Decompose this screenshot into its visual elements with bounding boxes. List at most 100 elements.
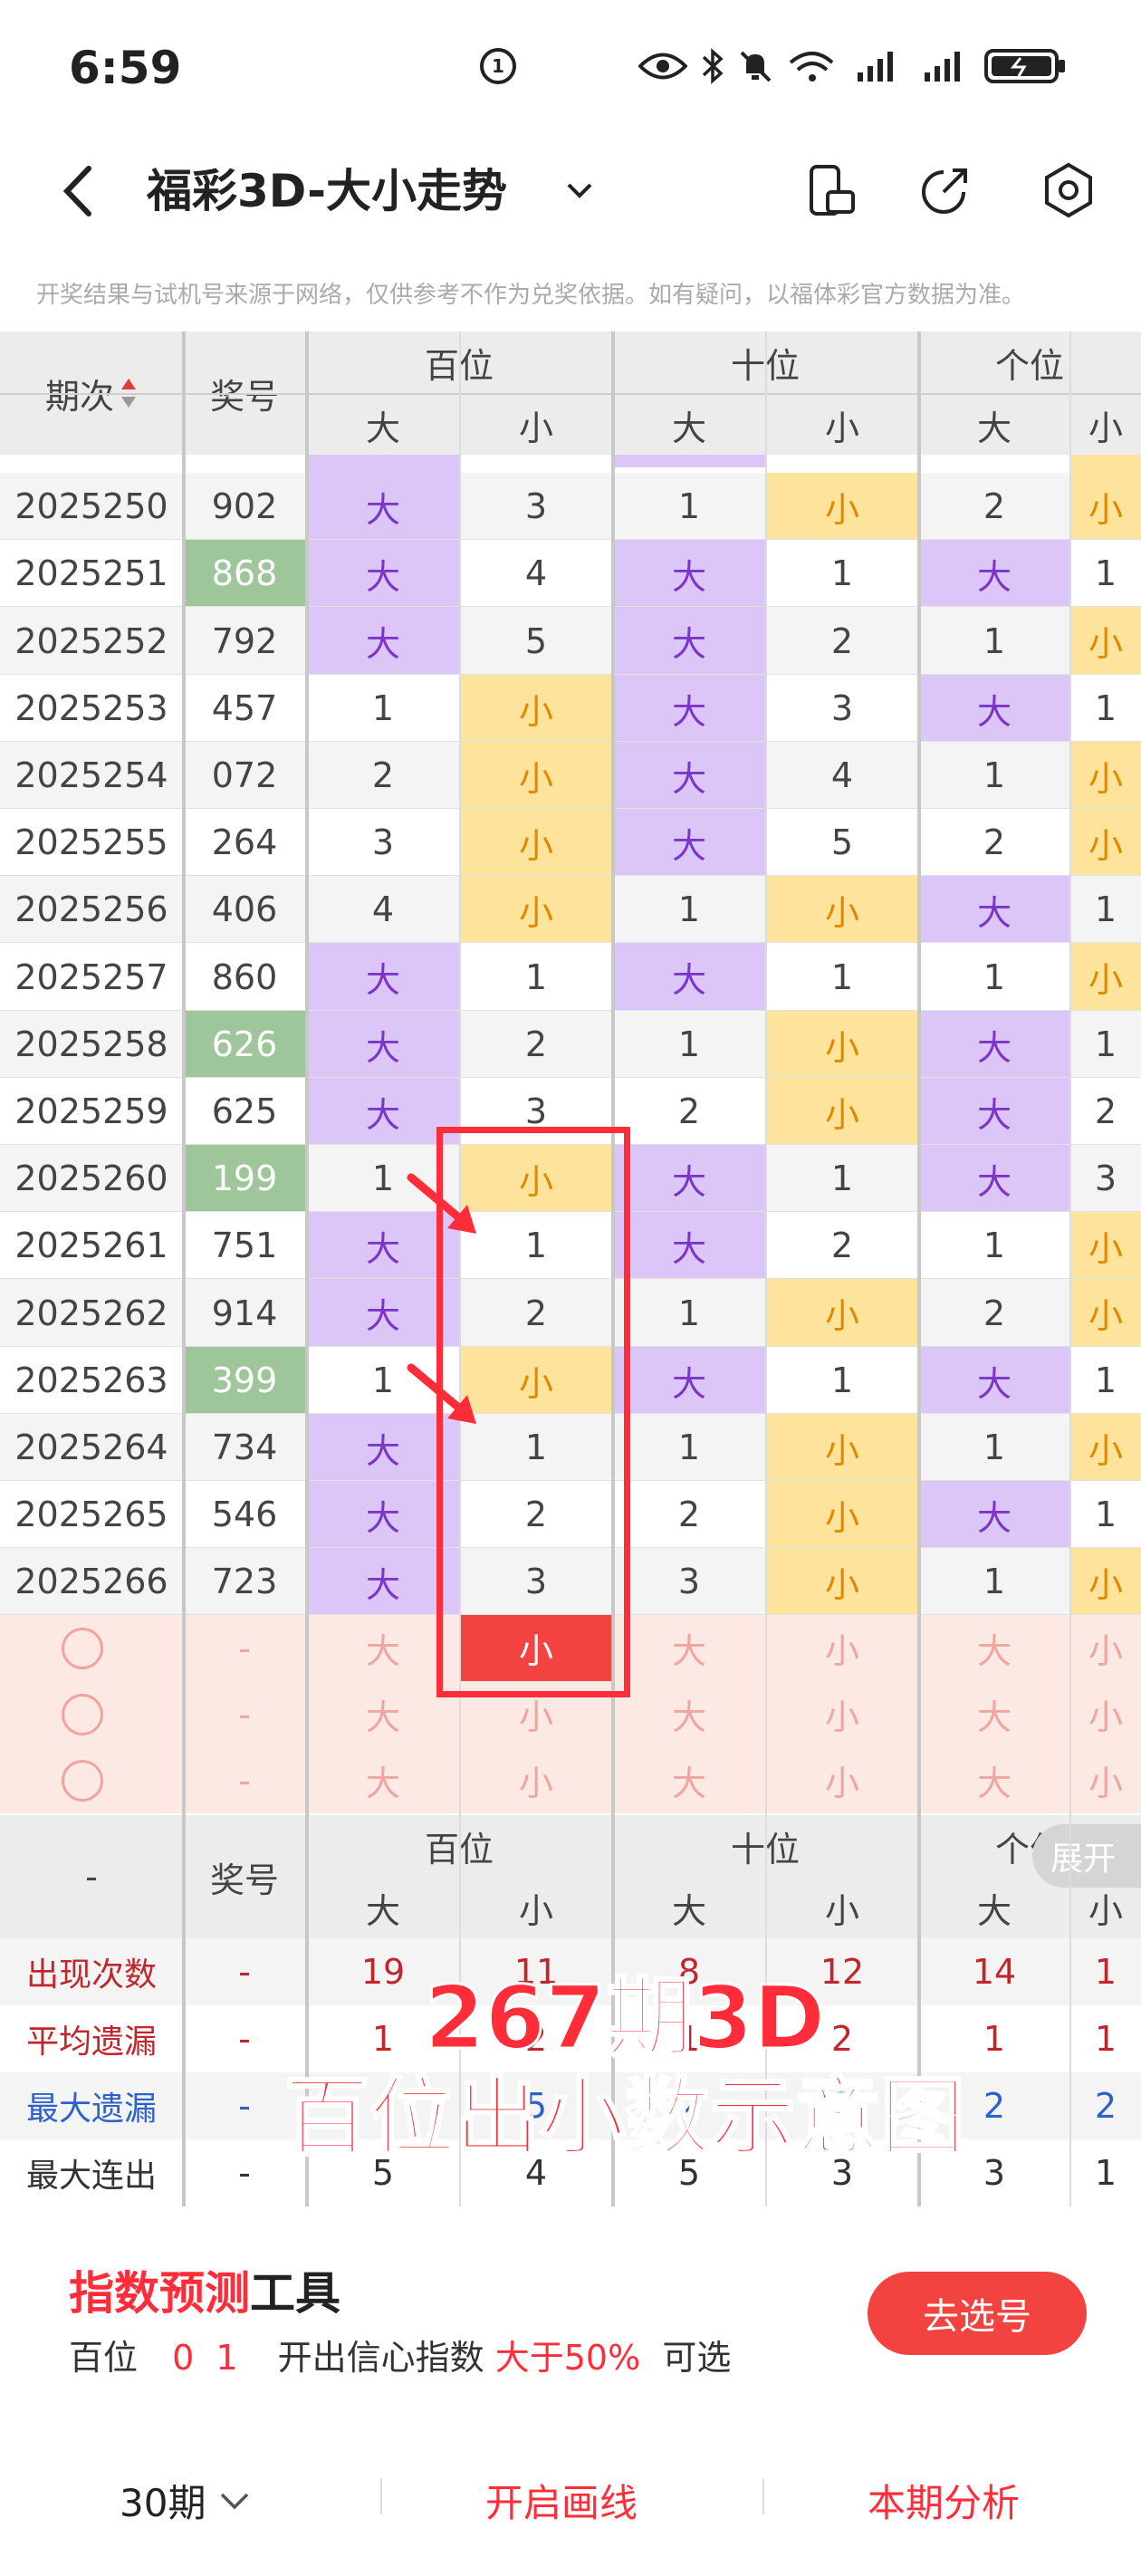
- row-cell: 1: [766, 1145, 918, 1212]
- row-period: 2025257: [0, 943, 183, 1011]
- pick-cell[interactable]: 大: [612, 1681, 766, 1747]
- row-cell: 大: [918, 540, 1070, 607]
- row-cell: 2: [612, 1481, 766, 1548]
- row-cell: 大: [306, 943, 460, 1011]
- row-cell: 小: [1070, 943, 1141, 1011]
- row-period: 2025266: [0, 1548, 183, 1615]
- svg-text:1: 1: [492, 55, 504, 77]
- pick-cell[interactable]: 大: [918, 1681, 1070, 1747]
- radio-icon[interactable]: [62, 1693, 103, 1735]
- row-cell: 大: [918, 1481, 1070, 1548]
- tool-text: 开出信心指数: [277, 2338, 484, 2378]
- row-number: 399: [183, 1347, 306, 1414]
- row-cell: 大: [306, 540, 460, 607]
- back-icon[interactable]: [51, 159, 105, 223]
- row-number: 902: [183, 473, 306, 540]
- pick-cell[interactable]: 小: [1070, 1615, 1141, 1681]
- pick-cell[interactable]: 小: [766, 1747, 918, 1813]
- row-cell: 小: [1070, 742, 1141, 809]
- draw-line-button[interactable]: 开启画线: [485, 2473, 638, 2528]
- app-screen: 6:59 1 福彩3D-大小走势 开奖结果与试机号来源于网络，仅供参考不作为兑奖…: [0, 0, 1141, 2576]
- row-cell: 3: [460, 473, 612, 540]
- pick-select[interactable]: [0, 1747, 183, 1813]
- go-pick-button[interactable]: 去选号: [868, 2272, 1087, 2355]
- page-title[interactable]: 福彩3D-大小走势: [147, 159, 507, 223]
- settings-icon[interactable]: [1040, 161, 1098, 219]
- column-divider: [305, 332, 309, 2206]
- row-number: 914: [183, 1279, 306, 1347]
- row-number: 625: [183, 1078, 306, 1145]
- footer-sub: 大: [918, 1877, 1070, 1938]
- pick-select[interactable]: [0, 1615, 183, 1681]
- pick-cell[interactable]: 小: [460, 1747, 612, 1813]
- row-number: 406: [183, 876, 306, 943]
- row-number: 264: [183, 809, 306, 876]
- row-period: 2025255: [0, 809, 183, 876]
- row-cell: 大: [612, 607, 766, 675]
- row-number: 792: [183, 607, 306, 675]
- row-cell: 1: [766, 540, 918, 607]
- row-cell: 大: [612, 1212, 766, 1279]
- pick-cell[interactable]: 大: [612, 1615, 766, 1681]
- pick-cell[interactable]: 大: [306, 1747, 460, 1813]
- footer-sub: 小: [766, 1877, 918, 1938]
- pick-dash: -: [183, 1747, 306, 1813]
- row-cell: 2: [918, 473, 1070, 540]
- stat-label: 最大连出: [25, 2158, 157, 2195]
- row-cell: 1: [306, 675, 460, 742]
- row-cell: 大: [612, 742, 766, 809]
- pick-cell[interactable]: 大: [612, 1747, 766, 1813]
- share-icon[interactable]: [916, 161, 974, 219]
- row-cell: 小: [1070, 473, 1141, 540]
- battery-icon: [983, 47, 1069, 85]
- expand-button[interactable]: 展开: [1032, 1824, 1141, 1888]
- column-divider: [765, 332, 767, 2206]
- row-number: 734: [183, 1414, 306, 1481]
- row-cell: 1: [612, 1279, 766, 1347]
- row-cell: 小: [460, 742, 612, 809]
- signal-2-icon: [922, 47, 967, 85]
- row-cell: 大: [306, 1011, 460, 1078]
- row-cell: 小: [460, 675, 612, 742]
- radio-icon[interactable]: [62, 1627, 103, 1669]
- pick-cell[interactable]: 小: [766, 1615, 918, 1681]
- pick-select[interactable]: [0, 1681, 183, 1747]
- row-cell: 大: [306, 473, 460, 540]
- row-cell: 1: [612, 1011, 766, 1078]
- row-cell: 3: [766, 675, 918, 742]
- header-sub: 小: [766, 395, 918, 455]
- row-number: 199: [183, 1145, 306, 1212]
- row-cell: 2: [460, 1011, 612, 1078]
- row-cell: 1: [1070, 1347, 1141, 1414]
- arrow-icon: [407, 1173, 476, 1234]
- row-cell: 2: [306, 742, 460, 809]
- period-select[interactable]: 30期: [120, 2473, 251, 2528]
- row-number: 072: [183, 742, 306, 809]
- stat-value: 1: [1094, 2153, 1117, 2193]
- row-cell: 大: [306, 607, 460, 675]
- row-period: 2025254: [0, 742, 183, 809]
- period-analysis-button[interactable]: 本期分析: [868, 2473, 1020, 2528]
- pick-cell[interactable]: 大: [918, 1747, 1070, 1813]
- row-cell: 1: [918, 1212, 1070, 1279]
- pick-cell[interactable]: 大: [918, 1615, 1070, 1681]
- row-period: 2025263: [0, 1347, 183, 1414]
- eye-icon: [638, 47, 688, 85]
- tool-title-black: 工具: [250, 2267, 340, 2320]
- row-cell: 小: [1070, 1414, 1141, 1481]
- header-sub: 大: [306, 395, 460, 455]
- row-period: 2025260: [0, 1145, 183, 1212]
- row-cell: 小: [1070, 1548, 1141, 1615]
- phone-rotate-icon[interactable]: [802, 161, 860, 219]
- row-number: 751: [183, 1212, 306, 1279]
- row-cell: 小: [460, 809, 612, 876]
- chevron-down-icon[interactable]: [561, 172, 598, 208]
- pick-cell[interactable]: 小: [1070, 1681, 1141, 1747]
- column-divider: [917, 332, 921, 2206]
- row-number: 546: [183, 1481, 306, 1548]
- stat-value: 1: [1094, 1952, 1117, 1992]
- radio-icon[interactable]: [62, 1759, 103, 1802]
- pick-cell[interactable]: 小: [1070, 1747, 1141, 1813]
- pick-cell[interactable]: 小: [766, 1681, 918, 1747]
- row-cell: 1: [1070, 540, 1141, 607]
